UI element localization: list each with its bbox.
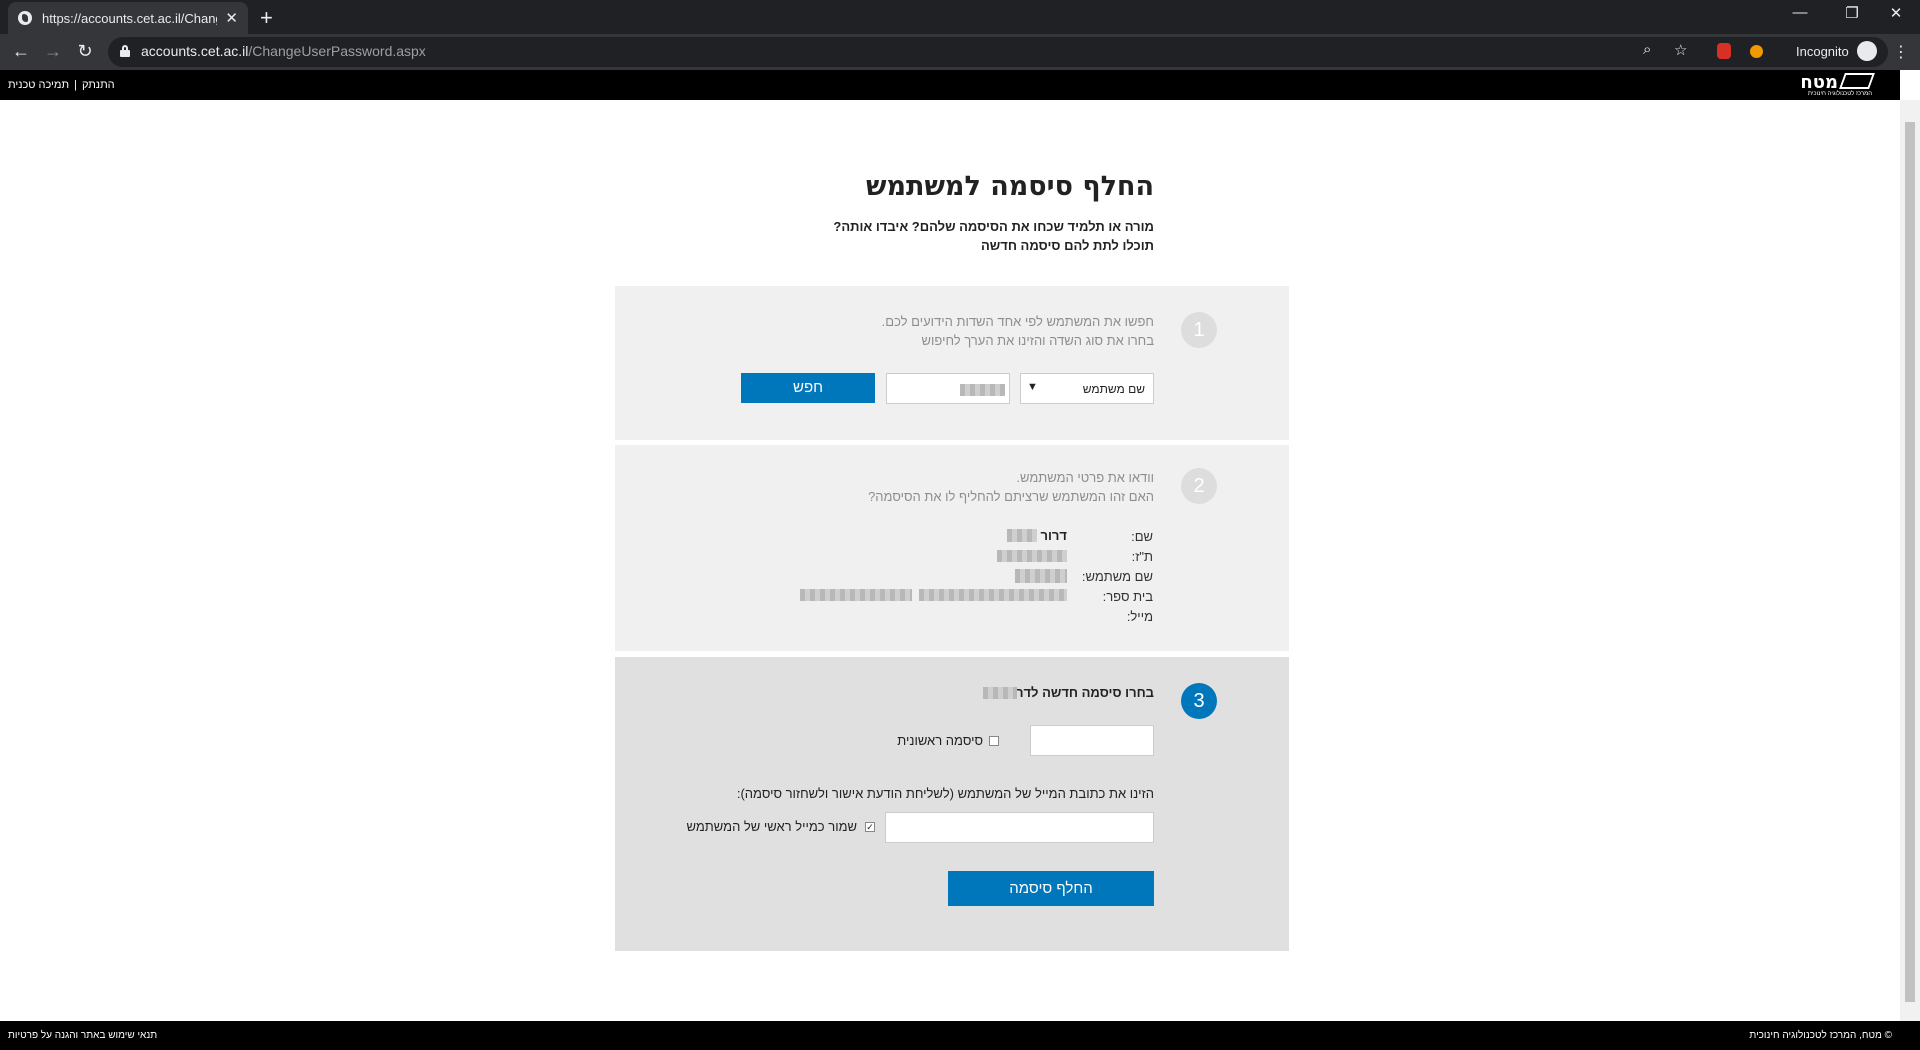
tab-close-icon[interactable]: ✕	[225, 9, 238, 27]
reload-icon[interactable]: ↻	[74, 41, 96, 62]
step-number: 2	[1181, 468, 1217, 504]
logo-mark-icon	[1839, 73, 1875, 89]
page-title: החלף סיסמה למשתמש	[866, 171, 1154, 202]
copyright-text: © מטח, המרכז לטכנולוגיה חינוכית	[1749, 1030, 1892, 1041]
intro-text: מורה או תלמיד שכחו את הסיסמה שלהם? איבדו…	[833, 217, 1154, 255]
extension-icon[interactable]	[1717, 43, 1731, 59]
incognito-label: Incognito	[1796, 44, 1849, 59]
username-label: שם משתמש:	[1081, 569, 1153, 584]
lock-icon	[120, 45, 130, 57]
terms-link[interactable]: תנאי שימוש באתר והגנה על פרטיות	[8, 1030, 157, 1041]
site-footer: תנאי שימוש באתר והגנה על פרטיות © מטח, ה…	[0, 1021, 1920, 1050]
page-scrollbar[interactable]	[1900, 100, 1920, 1021]
step-1-search: 1 חפשו את המשתמש לפי אחד השדות הידועים ל…	[615, 286, 1289, 440]
step-number: 1	[1181, 312, 1217, 348]
redacted-value	[1015, 569, 1067, 583]
hint-line: חפשו את המשתמש לפי אחד השדות הידועים לכם…	[881, 314, 1154, 329]
disconnect-link[interactable]: התנתק	[82, 79, 115, 91]
redacted-value	[1007, 529, 1037, 542]
field-type-select[interactable]: שם משתמש ▼	[1020, 373, 1154, 404]
site-header: מטח המרכז לטכנולוגיה חינוכית התנתק | תמיכה…	[0, 70, 1900, 100]
id-label: ת"ז:	[1131, 549, 1153, 564]
window-close-icon[interactable]: ✕	[1876, 4, 1916, 22]
initial-password-label: סיסמה ראשונית	[897, 733, 983, 748]
new-tab-icon[interactable]: +	[260, 5, 273, 31]
step-number: 3	[1181, 683, 1217, 719]
save-primary-email-checkbox[interactable]: ✓	[865, 822, 875, 832]
browser-toolbar: ← → ↻ accounts.cet.ac.il/ChangeUserPassw…	[0, 34, 1920, 70]
address-bar[interactable]: accounts.cet.ac.il/ChangeUserPassword.as…	[108, 37, 1888, 67]
redacted-value	[997, 550, 1067, 562]
hint-line: בחרו את סוג השדה והזינו את הערך לחיפוש	[921, 333, 1154, 348]
zoom-icon[interactable]: ⌕	[1643, 41, 1651, 58]
browser-tab[interactable]: https://accounts.cet.ac.il/ChangeUs ✕	[8, 2, 248, 34]
support-link[interactable]: תמיכה טכנית	[8, 79, 69, 91]
browser-tab-bar: https://accounts.cet.ac.il/ChangeUs ✕ + …	[0, 0, 1920, 34]
url-path: /ChangeUserPassword.aspx	[248, 43, 426, 59]
redacted-value	[800, 589, 912, 601]
email-input[interactable]	[885, 812, 1154, 843]
hint-line: האם זהו המשתמש שרציתם להחליף לו את הסיסמ…	[868, 489, 1154, 504]
url-text: accounts.cet.ac.il/ChangeUserPassword.as…	[141, 43, 426, 59]
email-prompt: הזינו את כתובת המייל של המשתמש (לשליחת ה…	[736, 786, 1154, 801]
intro-line: תוכלו לתת להם סיסמה חדשה	[981, 238, 1154, 253]
redacted-value	[919, 589, 1067, 601]
step-hint: וודאו את פרטי המשתמש. האם זהו המשתמש שרצ…	[868, 468, 1154, 506]
intro-line: מורה או תלמיד שכחו את הסיסמה שלהם? איבדו…	[833, 219, 1154, 234]
redacted-value	[960, 384, 1005, 396]
hint-line: וודאו את פרטי המשתמש.	[1016, 470, 1154, 485]
dropdown-arrow-icon: ▼	[1027, 381, 1038, 393]
minimize-icon[interactable]: —	[1780, 4, 1820, 21]
logo-tagline: המרכז לטכנולוגיה חינוכית	[1807, 91, 1872, 97]
name-value: דרור	[1040, 528, 1067, 543]
url-host: accounts.cet.ac.il	[141, 43, 249, 59]
new-password-input[interactable]	[1030, 725, 1154, 756]
site-logo[interactable]: מטח המרכז לטכנולוגיה חינוכית	[1792, 72, 1875, 97]
email-label: מייל:	[1126, 609, 1153, 624]
incognito-icon[interactable]	[1857, 41, 1877, 61]
select-value: שם משתמש	[1082, 382, 1145, 396]
menu-icon[interactable]: ⋮	[1893, 42, 1909, 62]
header-separator: |	[74, 79, 77, 91]
change-password-button[interactable]: החלף סיסמה	[948, 871, 1154, 906]
scrollbar-thumb[interactable]	[1905, 122, 1915, 1002]
search-button[interactable]: חפש	[741, 373, 875, 403]
forward-icon: →	[44, 41, 62, 61]
tab-title: https://accounts.cet.ac.il/ChangeUs	[42, 10, 217, 26]
school-label: בית ספר:	[1102, 589, 1153, 604]
redacted-value	[983, 687, 1017, 699]
star-icon[interactable]: ☆	[1674, 41, 1687, 59]
step-3-new-password: 3 בחרו סיסמה חדשה לדרור סיסמה ראשונית הז…	[615, 657, 1289, 951]
restore-icon[interactable]: ❐	[1832, 4, 1872, 22]
logo-text: מטח	[1800, 72, 1838, 93]
back-icon[interactable]: ←	[10, 41, 32, 62]
name-label: שם:	[1131, 529, 1153, 544]
initial-password-checkbox[interactable]	[989, 736, 999, 746]
step-2-verify-user: 2 וודאו את פרטי המשתמש. האם זהו המשתמש ש…	[615, 445, 1289, 651]
step-hint: חפשו את המשתמש לפי אחד השדות הידועים לכם…	[882, 312, 1154, 350]
new-password-title: בחרו סיסמה חדשה לדרור	[1004, 685, 1154, 700]
globe-icon	[18, 11, 32, 25]
save-primary-email-label: שמור כמייל ראשי של המשתמש	[686, 819, 858, 834]
search-value-input[interactable]	[886, 373, 1010, 404]
extension-icon[interactable]	[1750, 45, 1763, 58]
header-links: התנתק | תמיכה טכנית	[8, 79, 115, 91]
